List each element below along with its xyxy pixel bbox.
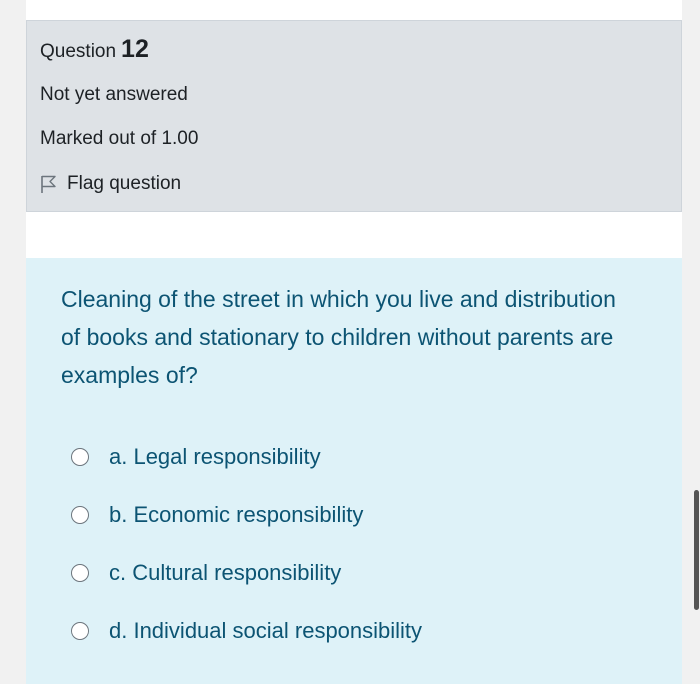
scrollbar-thumb[interactable]	[694, 490, 699, 610]
answer-options: a. Legal responsibility b. Economic resp…	[71, 428, 422, 660]
radio-unchecked-icon[interactable]	[71, 564, 89, 582]
question-text: Cleaning of the street in which you live…	[61, 286, 616, 388]
question-state: Not yet answered	[40, 84, 188, 105]
question-number-value: 12	[121, 35, 149, 63]
radio-unchecked-icon[interactable]	[71, 448, 89, 466]
answer-label: a. Legal responsibility	[109, 444, 321, 469]
answer-label: d. Individual social responsibility	[109, 618, 423, 643]
question-label: Question	[40, 41, 117, 62]
answer-option-d[interactable]: d. Individual social responsibility	[71, 602, 422, 660]
flag-icon	[40, 174, 58, 194]
question-info-panel: Question 12 Not yet answered Marked out o…	[26, 20, 682, 212]
answer-option-b[interactable]: b. Economic responsibility	[71, 486, 422, 544]
answer-label: c. Cultural responsibility	[109, 560, 342, 585]
question-grade: Marked out of 1.00	[40, 128, 199, 149]
question-content: Cleaning of the street in which you live…	[26, 258, 682, 684]
answer-option-a[interactable]: a. Legal responsibility	[71, 428, 422, 486]
answer-label: b. Economic responsibility	[109, 502, 364, 527]
radio-unchecked-icon[interactable]	[71, 506, 89, 524]
question-number: Question 12	[40, 35, 149, 64]
radio-unchecked-icon[interactable]	[71, 622, 89, 640]
flag-question-label: Flag question	[67, 173, 182, 194]
answer-option-c[interactable]: c. Cultural responsibility	[71, 544, 422, 602]
flag-question-link[interactable]: Flag question	[40, 173, 181, 195]
